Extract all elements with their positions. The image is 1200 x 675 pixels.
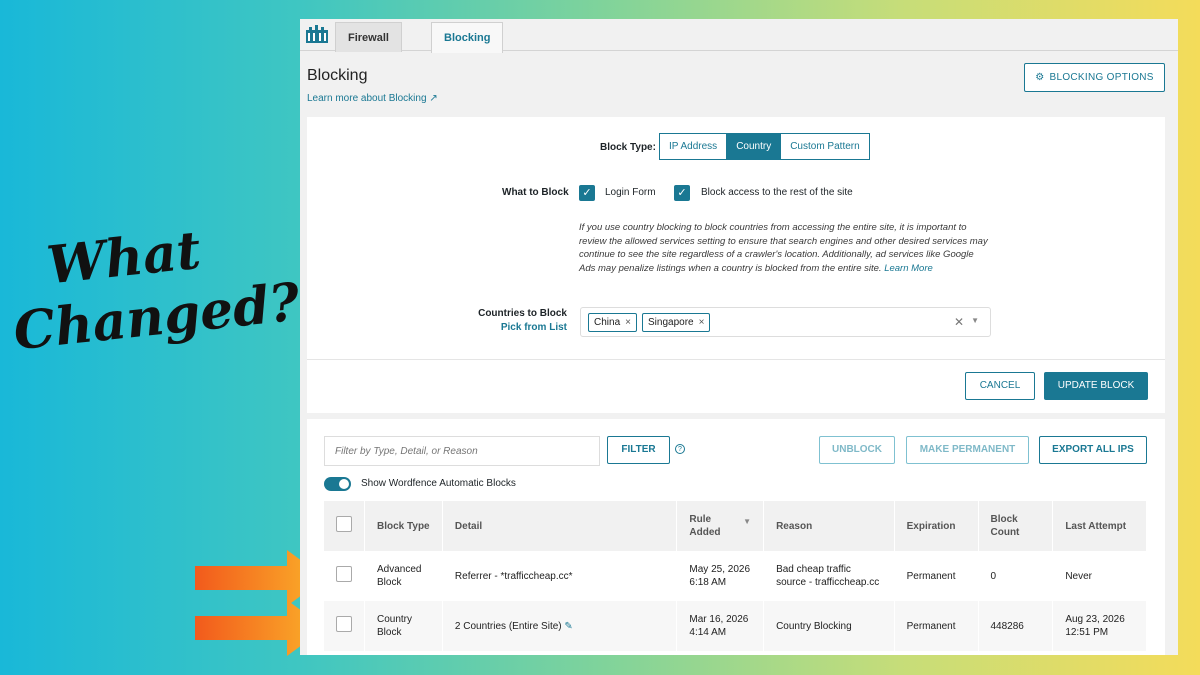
edit-pencil-icon[interactable]: ✎ — [564, 621, 572, 632]
block-type-ip-address[interactable]: IP Address — [659, 133, 728, 160]
wordfence-logo-icon — [306, 25, 328, 43]
headline: What Changed? — [0, 210, 306, 365]
block-rest-checkbox[interactable]: ✓ — [674, 185, 690, 201]
blocking-options-label: BLOCKING OPTIONS — [1049, 72, 1154, 83]
block-rest-label: Block access to the rest of the site — [701, 187, 853, 198]
table-row[interactable]: Country Block 2 Countries (Entire Site) … — [324, 601, 1147, 651]
countries-select[interactable]: China × Singapore × ✕ ▼ — [580, 307, 991, 337]
unblock-button[interactable]: UNBLOCK — [819, 436, 895, 464]
learn-more-text[interactable]: Learn more about Blocking — [307, 93, 427, 104]
note-learn-more-link[interactable]: Learn More — [884, 263, 933, 274]
external-link-icon: ↗ — [429, 93, 438, 104]
cell-reason: Bad cheap traffic source - trafficcheap.… — [763, 551, 895, 601]
remove-chip-icon[interactable]: × — [699, 314, 705, 331]
cell-reason: Country Blocking — [763, 601, 895, 651]
column-header-block-type[interactable]: Block Type — [364, 501, 443, 551]
filter-button[interactable]: FILTER — [607, 436, 670, 464]
login-form-checkbox[interactable]: ✓ — [579, 185, 595, 201]
cell-block-count: 0 — [978, 551, 1054, 601]
countries-to-block-label: Countries to Block — [478, 308, 567, 319]
row-select-cell — [324, 601, 365, 651]
country-chip-label: China — [594, 317, 621, 328]
cell-last-attempt: Never — [1052, 551, 1147, 601]
table-row[interactable]: Advanced Block Referrer - *trafficcheap.… — [324, 551, 1147, 601]
blocks-table: Block Type Detail ▼ Rule Added Reason Ex… — [324, 501, 1147, 651]
block-type-label: Block Type: — [600, 142, 656, 153]
rule-added-label: Rule Added — [689, 514, 721, 538]
automatic-blocks-toggle[interactable] — [324, 477, 351, 491]
page-title: Blocking — [307, 67, 368, 84]
automatic-blocks-label: Show Wordfence Automatic Blocks — [361, 478, 516, 489]
login-form-label: Login Form — [605, 187, 656, 198]
sort-down-icon: ▼ — [743, 517, 752, 526]
remove-chip-icon[interactable]: × — [625, 314, 631, 331]
column-header-block-count[interactable]: Block Count — [978, 501, 1054, 551]
wordfence-panel: Firewall Blocking Blocking Learn more ab… — [300, 19, 1178, 655]
cell-detail: 2 Countries (Entire Site) ✎ — [442, 601, 678, 651]
cell-expiration: Permanent — [894, 601, 979, 651]
column-header-reason[interactable]: Reason — [763, 501, 895, 551]
help-icon[interactable]: ? — [675, 444, 685, 454]
row-select-cell — [324, 551, 365, 601]
block-type-selector: IP Address Country Custom Pattern — [659, 133, 870, 160]
row-checkbox[interactable] — [336, 616, 352, 632]
country-chip: Singapore × — [642, 313, 711, 332]
export-all-ips-button[interactable]: EXPORT ALL IPS — [1039, 436, 1147, 464]
cell-detail: Referrer - *trafficcheap.cc* — [442, 551, 678, 601]
cell-last-attempt: Aug 23, 2026 12:51 PM — [1052, 601, 1147, 651]
detail-text: 2 Countries (Entire Site) — [454, 620, 562, 632]
column-header-expiration[interactable]: Expiration — [894, 501, 979, 551]
gear-icon: ⚙ — [1035, 72, 1045, 83]
table-header-row: Block Type Detail ▼ Rule Added Reason Ex… — [324, 501, 1147, 551]
tab-bar: Firewall Blocking — [300, 19, 1178, 53]
country-blocking-note: If you use country blocking to block cou… — [579, 221, 989, 275]
column-header-last-attempt[interactable]: Last Attempt — [1052, 501, 1147, 551]
filter-input[interactable] — [324, 436, 600, 466]
clear-selection-icon[interactable]: ✕ — [954, 315, 964, 329]
tab-firewall[interactable]: Firewall — [335, 22, 402, 52]
cell-expiration: Permanent — [894, 551, 979, 601]
column-header-rule-added[interactable]: ▼ Rule Added — [676, 501, 765, 551]
what-to-block-label: What to Block — [502, 187, 569, 198]
pick-from-list-link[interactable]: Pick from List — [437, 322, 567, 333]
block-type-country[interactable]: Country — [727, 133, 782, 160]
block-form: Block Type: IP Address Country Custom Pa… — [307, 117, 1165, 413]
column-header-detail[interactable]: Detail — [442, 501, 678, 551]
country-chip-label: Singapore — [648, 317, 694, 328]
cell-block-count: 448286 — [978, 601, 1054, 651]
update-block-button[interactable]: UPDATE BLOCK — [1044, 372, 1148, 400]
row-checkbox[interactable] — [336, 566, 352, 582]
country-chip: China × — [588, 313, 637, 332]
tab-blocking[interactable]: Blocking — [431, 22, 504, 53]
select-all-cell — [324, 501, 365, 551]
cell-rule-added: May 25, 2026 6:18 AM — [676, 551, 765, 601]
learn-more-link[interactable]: Learn more about Blocking ↗ — [307, 93, 438, 104]
blocking-options-button[interactable]: ⚙ BLOCKING OPTIONS — [1024, 63, 1165, 92]
cell-block-type: Advanced Block — [364, 551, 443, 601]
make-permanent-button[interactable]: MAKE PERMANENT — [906, 436, 1029, 464]
cell-rule-added: Mar 16, 2026 4:14 AM — [676, 601, 765, 651]
chevron-down-icon[interactable]: ▼ — [971, 316, 979, 325]
cell-block-type: Country Block — [364, 601, 443, 651]
divider — [307, 359, 1165, 360]
blocks-list: FILTER ? UNBLOCK MAKE PERMANENT EXPORT A… — [307, 419, 1165, 655]
cancel-button[interactable]: CANCEL — [965, 372, 1035, 400]
block-type-custom-pattern[interactable]: Custom Pattern — [781, 133, 870, 160]
select-all-checkbox[interactable] — [336, 516, 352, 532]
